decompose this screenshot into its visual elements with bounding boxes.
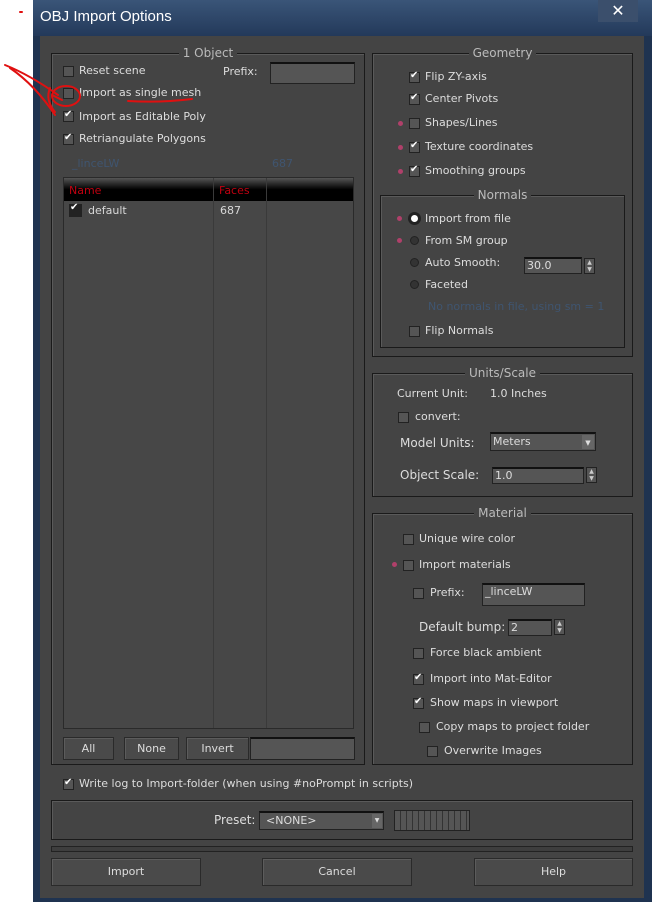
flip-zy-label: Flip ZY-axis — [425, 70, 487, 83]
object-scale-input[interactable]: 1.0 — [492, 467, 584, 484]
texture-coords-label: Texture coordinates — [425, 140, 534, 153]
shapes-lines-checkbox[interactable] — [409, 118, 420, 129]
convert-label: convert: — [415, 410, 461, 423]
texture-coords-checkbox[interactable] — [409, 140, 420, 153]
center-pivots-checkbox[interactable] — [409, 92, 420, 105]
import-materials-checkbox[interactable] — [403, 560, 414, 571]
row-name: default — [88, 204, 127, 217]
model-units-dropdown[interactable]: Meters ▼ — [490, 432, 596, 451]
import-from-file-label: Import from file — [425, 212, 511, 225]
material-prefix-checkbox[interactable] — [413, 588, 424, 599]
preset-value: <NONE> — [266, 814, 317, 827]
auto-smooth-radio[interactable] — [410, 258, 419, 267]
flip-normals-checkbox[interactable] — [409, 326, 420, 337]
default-bump-spinner[interactable]: ▲ ▼ — [554, 619, 565, 635]
row-checkbox[interactable] — [69, 202, 82, 217]
force-black-label: Force black ambient — [430, 646, 542, 659]
column-divider — [213, 178, 214, 728]
mat-editor-checkbox[interactable] — [413, 672, 424, 685]
close-icon[interactable]: ✕ — [598, 0, 638, 22]
preset-grid-icon[interactable] — [394, 810, 470, 831]
indicator-dot-icon — [398, 169, 403, 174]
import-from-file-radio[interactable] — [410, 214, 419, 223]
column-header-name[interactable]: Name — [69, 184, 101, 197]
indicator-dot-icon — [397, 238, 402, 243]
show-maps-label: Show maps in viewport — [430, 696, 559, 709]
preset-label: Preset: — [214, 813, 256, 827]
shapes-lines-label: Shapes/Lines — [425, 116, 498, 129]
force-black-checkbox[interactable] — [413, 648, 424, 659]
material-title: Material — [474, 506, 531, 520]
convert-checkbox[interactable] — [398, 412, 409, 423]
show-maps-checkbox[interactable] — [413, 696, 424, 709]
current-unit-label: Current Unit: — [397, 387, 468, 400]
chevron-down-icon[interactable]: ▼ — [582, 435, 594, 449]
indicator-dot-icon — [398, 145, 403, 150]
overwrite-images-label: Overwrite Images — [444, 744, 542, 757]
auto-smooth-input[interactable]: 30.0 — [524, 257, 582, 274]
copy-maps-checkbox[interactable] — [419, 722, 430, 733]
column-divider — [266, 178, 267, 728]
smoothing-groups-label: Smoothing groups — [425, 164, 526, 177]
copy-maps-label: Copy maps to project folder — [436, 720, 590, 733]
prefix-label: Prefix: — [223, 65, 258, 78]
object-faces-info: 687 — [272, 157, 293, 170]
retriangulate-label: Retriangulate Polygons — [79, 132, 206, 145]
cancel-button[interactable]: Cancel — [262, 858, 412, 886]
model-units-value: Meters — [493, 435, 531, 448]
list-header — [64, 178, 353, 201]
flip-zy-checkbox[interactable] — [409, 70, 420, 83]
normals-title: Normals — [473, 188, 532, 202]
unique-wire-label: Unique wire color — [419, 532, 515, 545]
flip-normals-label: Flip Normals — [425, 324, 494, 337]
model-units-label: Model Units: — [400, 436, 475, 450]
indicator-dot-icon — [392, 562, 397, 567]
filter-input[interactable] — [250, 737, 355, 760]
table-row[interactable]: default 687 — [64, 201, 353, 221]
object-name-info: _linceLW — [72, 157, 120, 170]
write-log-label: Write log to Import-folder (when using #… — [79, 777, 414, 790]
chevron-down-icon[interactable]: ▼ — [372, 814, 382, 828]
current-unit-value: 1.0 Inches — [490, 387, 547, 400]
faceted-radio[interactable] — [410, 280, 419, 289]
red-annotation-arrow-icon — [4, 11, 193, 116]
auto-smooth-label: Auto Smooth: — [425, 256, 501, 269]
geometry-title: Geometry — [468, 46, 537, 60]
from-sm-group-radio[interactable] — [410, 236, 419, 245]
units-title: Units/Scale — [464, 366, 540, 380]
row-faces: 687 — [220, 204, 241, 217]
from-sm-group-label: From SM group — [425, 234, 508, 247]
faceted-label: Faceted — [425, 278, 468, 291]
auto-smooth-spinner[interactable]: ▲ ▼ — [584, 258, 595, 274]
object-scale-spinner[interactable]: ▲ ▼ — [586, 467, 597, 483]
object-scale-label: Object Scale: — [400, 468, 480, 482]
indicator-dot-icon — [398, 121, 403, 126]
help-button[interactable]: Help — [474, 858, 633, 886]
normals-info: No normals in file, using sm = 1 — [428, 300, 605, 313]
default-bump-label: Default bump: — [419, 620, 506, 634]
smoothing-groups-checkbox[interactable] — [409, 164, 420, 177]
preset-dropdown[interactable]: <NONE> ▼ — [259, 811, 384, 830]
retriangulate-checkbox[interactable] — [63, 132, 74, 145]
progress-bar — [51, 846, 633, 852]
select-all-button[interactable]: All — [63, 737, 114, 760]
prefix-input[interactable] — [270, 62, 355, 84]
indicator-dot-icon — [397, 216, 402, 221]
overwrite-images-checkbox[interactable] — [427, 746, 438, 757]
write-log-checkbox[interactable] — [63, 777, 74, 790]
column-header-faces[interactable]: Faces — [219, 184, 250, 197]
center-pivots-label: Center Pivots — [425, 92, 499, 105]
invert-selection-button[interactable]: Invert — [186, 737, 249, 760]
default-bump-input[interactable]: 2 — [508, 619, 552, 636]
select-none-button[interactable]: None — [124, 737, 179, 760]
import-materials-label: Import materials — [419, 558, 511, 571]
import-button[interactable]: Import — [51, 858, 201, 886]
material-prefix-input[interactable]: _linceLW — [482, 583, 585, 606]
mat-editor-label: Import into Mat-Editor — [430, 672, 552, 685]
unique-wire-checkbox[interactable] — [403, 534, 414, 545]
material-prefix-label: Prefix: — [430, 586, 465, 599]
object-list[interactable]: Name Faces default 687 — [63, 177, 354, 729]
